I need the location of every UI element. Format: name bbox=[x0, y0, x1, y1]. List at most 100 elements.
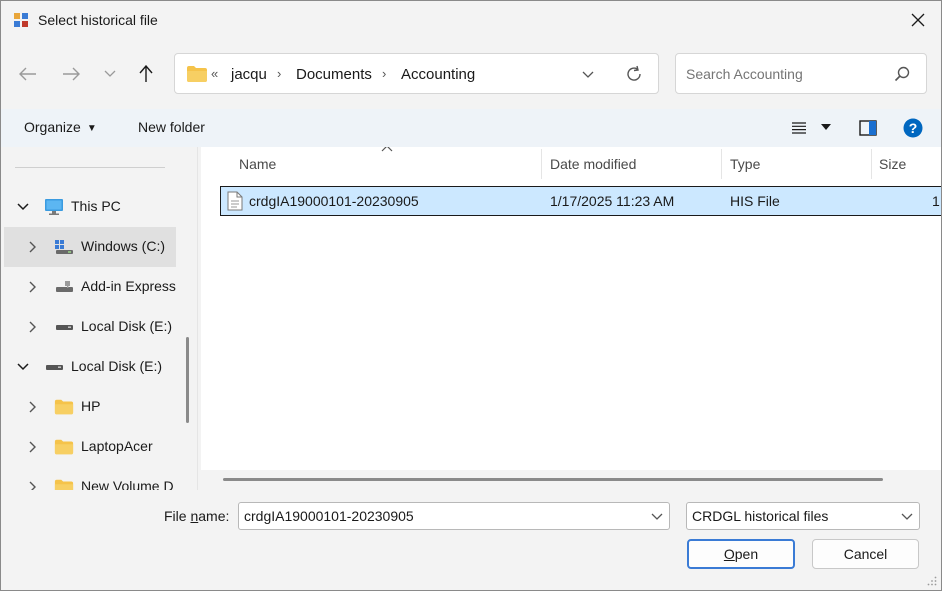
file-type: HIS File bbox=[730, 193, 780, 209]
drive-icon bbox=[56, 325, 73, 330]
column-separator[interactable] bbox=[541, 149, 542, 179]
chevron-right-icon[interactable] bbox=[25, 479, 41, 490]
column-header-name[interactable]: Name bbox=[239, 147, 276, 181]
file-dialog-window: Select historical file « jacqu › Documen… bbox=[0, 0, 942, 591]
nav-item-hp[interactable]: HP bbox=[4, 387, 176, 427]
nav-item-windows-c[interactable]: Windows (C:) bbox=[4, 227, 176, 267]
search-icon[interactable] bbox=[894, 66, 910, 82]
nav-item-label: HP bbox=[81, 398, 101, 414]
breadcrumb-separator: › bbox=[382, 66, 387, 81]
chevron-right-icon[interactable] bbox=[25, 399, 41, 415]
organize-button[interactable]: Organize ▼ bbox=[24, 119, 97, 135]
column-header-date-modified[interactable]: Date modified bbox=[550, 147, 636, 181]
nav-item-label: Add-in Express bbox=[81, 278, 176, 294]
up-button[interactable] bbox=[132, 59, 160, 89]
filename-label-prefix: File bbox=[164, 508, 191, 524]
preview-pane-icon[interactable] bbox=[859, 120, 877, 136]
nav-item-label: Local Disk (E:) bbox=[71, 358, 163, 374]
breadcrumb-jacqu[interactable]: jacqu bbox=[231, 66, 267, 83]
forward-button[interactable] bbox=[57, 59, 85, 89]
arrow-right-icon bbox=[63, 67, 80, 81]
search-input[interactable] bbox=[686, 64, 886, 84]
file-name: crdgIA19000101-20230905 bbox=[249, 193, 419, 209]
chevron-right-icon[interactable] bbox=[25, 319, 41, 335]
breadcrumb-separator: › bbox=[277, 66, 282, 81]
close-button[interactable] bbox=[895, 1, 941, 39]
folder-icon bbox=[187, 66, 207, 82]
scrollbar-thumb[interactable] bbox=[223, 478, 883, 481]
monitor-icon bbox=[45, 199, 63, 215]
file-icon bbox=[227, 191, 243, 211]
open-mnemonic: O bbox=[723, 546, 735, 562]
folder-icon bbox=[54, 479, 74, 490]
app-icon bbox=[14, 13, 28, 27]
caret-down-icon: ▼ bbox=[86, 123, 97, 134]
file-type-filter[interactable]: CRDGL historical files bbox=[686, 502, 920, 530]
arrow-up-icon bbox=[139, 65, 153, 82]
chevron-right-icon[interactable] bbox=[25, 239, 41, 255]
horizontal-scrollbar[interactable] bbox=[201, 470, 941, 490]
refresh-icon[interactable] bbox=[625, 65, 643, 83]
chevron-right-icon[interactable] bbox=[25, 279, 41, 295]
new-folder-button[interactable]: New folder bbox=[138, 119, 205, 135]
recent-locations-button[interactable] bbox=[96, 59, 124, 89]
chevron-right-icon[interactable] bbox=[25, 439, 41, 455]
open-label-rest: pen bbox=[734, 546, 759, 562]
column-header-type[interactable]: Type bbox=[730, 147, 760, 181]
address-bar[interactable]: « jacqu › Documents › Accounting bbox=[174, 53, 659, 94]
view-options-icon[interactable] bbox=[791, 121, 807, 135]
column-separator[interactable] bbox=[871, 149, 872, 179]
folder-icon bbox=[54, 399, 74, 415]
chevron-down-icon bbox=[104, 70, 116, 77]
chevron-down-icon[interactable] bbox=[901, 511, 913, 521]
chevron-down-icon[interactable] bbox=[15, 199, 31, 215]
nav-item-laptopacer[interactable]: LaptopAcer bbox=[4, 427, 176, 467]
cancel-button[interactable]: Cancel bbox=[812, 539, 919, 569]
nav-item-add-in-express[interactable]: Add-in Express bbox=[4, 267, 176, 307]
close-icon bbox=[911, 13, 925, 27]
column-header-size[interactable]: Size bbox=[879, 147, 906, 181]
svg-text:?: ? bbox=[909, 120, 918, 136]
search-box[interactable] bbox=[675, 53, 927, 94]
nav-item-new-volume-d[interactable]: New Volume D bbox=[4, 467, 176, 490]
pane-divider[interactable] bbox=[197, 147, 198, 490]
sort-ascending-icon bbox=[381, 147, 393, 152]
folder-icon bbox=[54, 439, 74, 455]
nav-item-label: Windows (C:) bbox=[81, 238, 166, 254]
file-type-filter-value: CRDGL historical files bbox=[692, 508, 829, 524]
chevron-down-icon[interactable] bbox=[651, 511, 663, 521]
file-size: 1 bbox=[932, 193, 940, 209]
column-separator[interactable] bbox=[721, 149, 722, 179]
title-bar: Select historical file bbox=[1, 1, 941, 39]
organize-label: Organize bbox=[24, 119, 81, 135]
nav-item-label: LaptopAcer bbox=[81, 438, 153, 454]
filename-input[interactable]: crdgIA19000101-20230905 bbox=[244, 508, 414, 524]
resize-grip-icon[interactable] bbox=[927, 576, 937, 586]
arrow-left-icon bbox=[19, 67, 36, 81]
file-date: 1/17/2025 11:23 AM bbox=[550, 193, 675, 209]
breadcrumb-documents[interactable]: Documents bbox=[296, 66, 372, 83]
nav-scrollbar[interactable] bbox=[186, 337, 189, 423]
nav-item-local-disk-e[interactable]: Local Disk (E:) bbox=[4, 347, 176, 387]
caret-down-icon[interactable] bbox=[821, 124, 831, 131]
nav-divider bbox=[15, 167, 165, 168]
nav-item-label: This PC bbox=[71, 198, 121, 214]
breadcrumb-accounting[interactable]: Accounting bbox=[401, 66, 475, 83]
chevron-down-icon[interactable] bbox=[15, 359, 31, 375]
file-row[interactable]: crdgIA19000101-20230905 1/17/2025 11:23 … bbox=[220, 186, 941, 216]
open-button-label: Open bbox=[724, 546, 758, 562]
nav-item-label: Local Disk (E:) bbox=[81, 318, 173, 334]
address-overflow[interactable]: « bbox=[211, 66, 218, 81]
open-button[interactable]: Open bbox=[687, 539, 795, 569]
help-icon[interactable]: ? bbox=[903, 118, 923, 138]
command-bar: Organize ▼ New folder ? bbox=[1, 109, 941, 147]
nav-item-this-pc[interactable]: This PC bbox=[4, 187, 176, 227]
filename-combobox[interactable]: crdgIA19000101-20230905 bbox=[238, 502, 670, 530]
back-button[interactable] bbox=[14, 59, 42, 89]
nav-item-label: New Volume D bbox=[81, 478, 174, 490]
drive-icon bbox=[46, 365, 63, 370]
chevron-down-icon[interactable] bbox=[581, 67, 595, 81]
filename-label-suffix: ame: bbox=[198, 508, 230, 524]
file-list: Name Date modified Type Size crdgIA19000… bbox=[201, 147, 941, 470]
nav-item-local-disk-e-child[interactable]: Local Disk (E:) bbox=[4, 307, 176, 347]
